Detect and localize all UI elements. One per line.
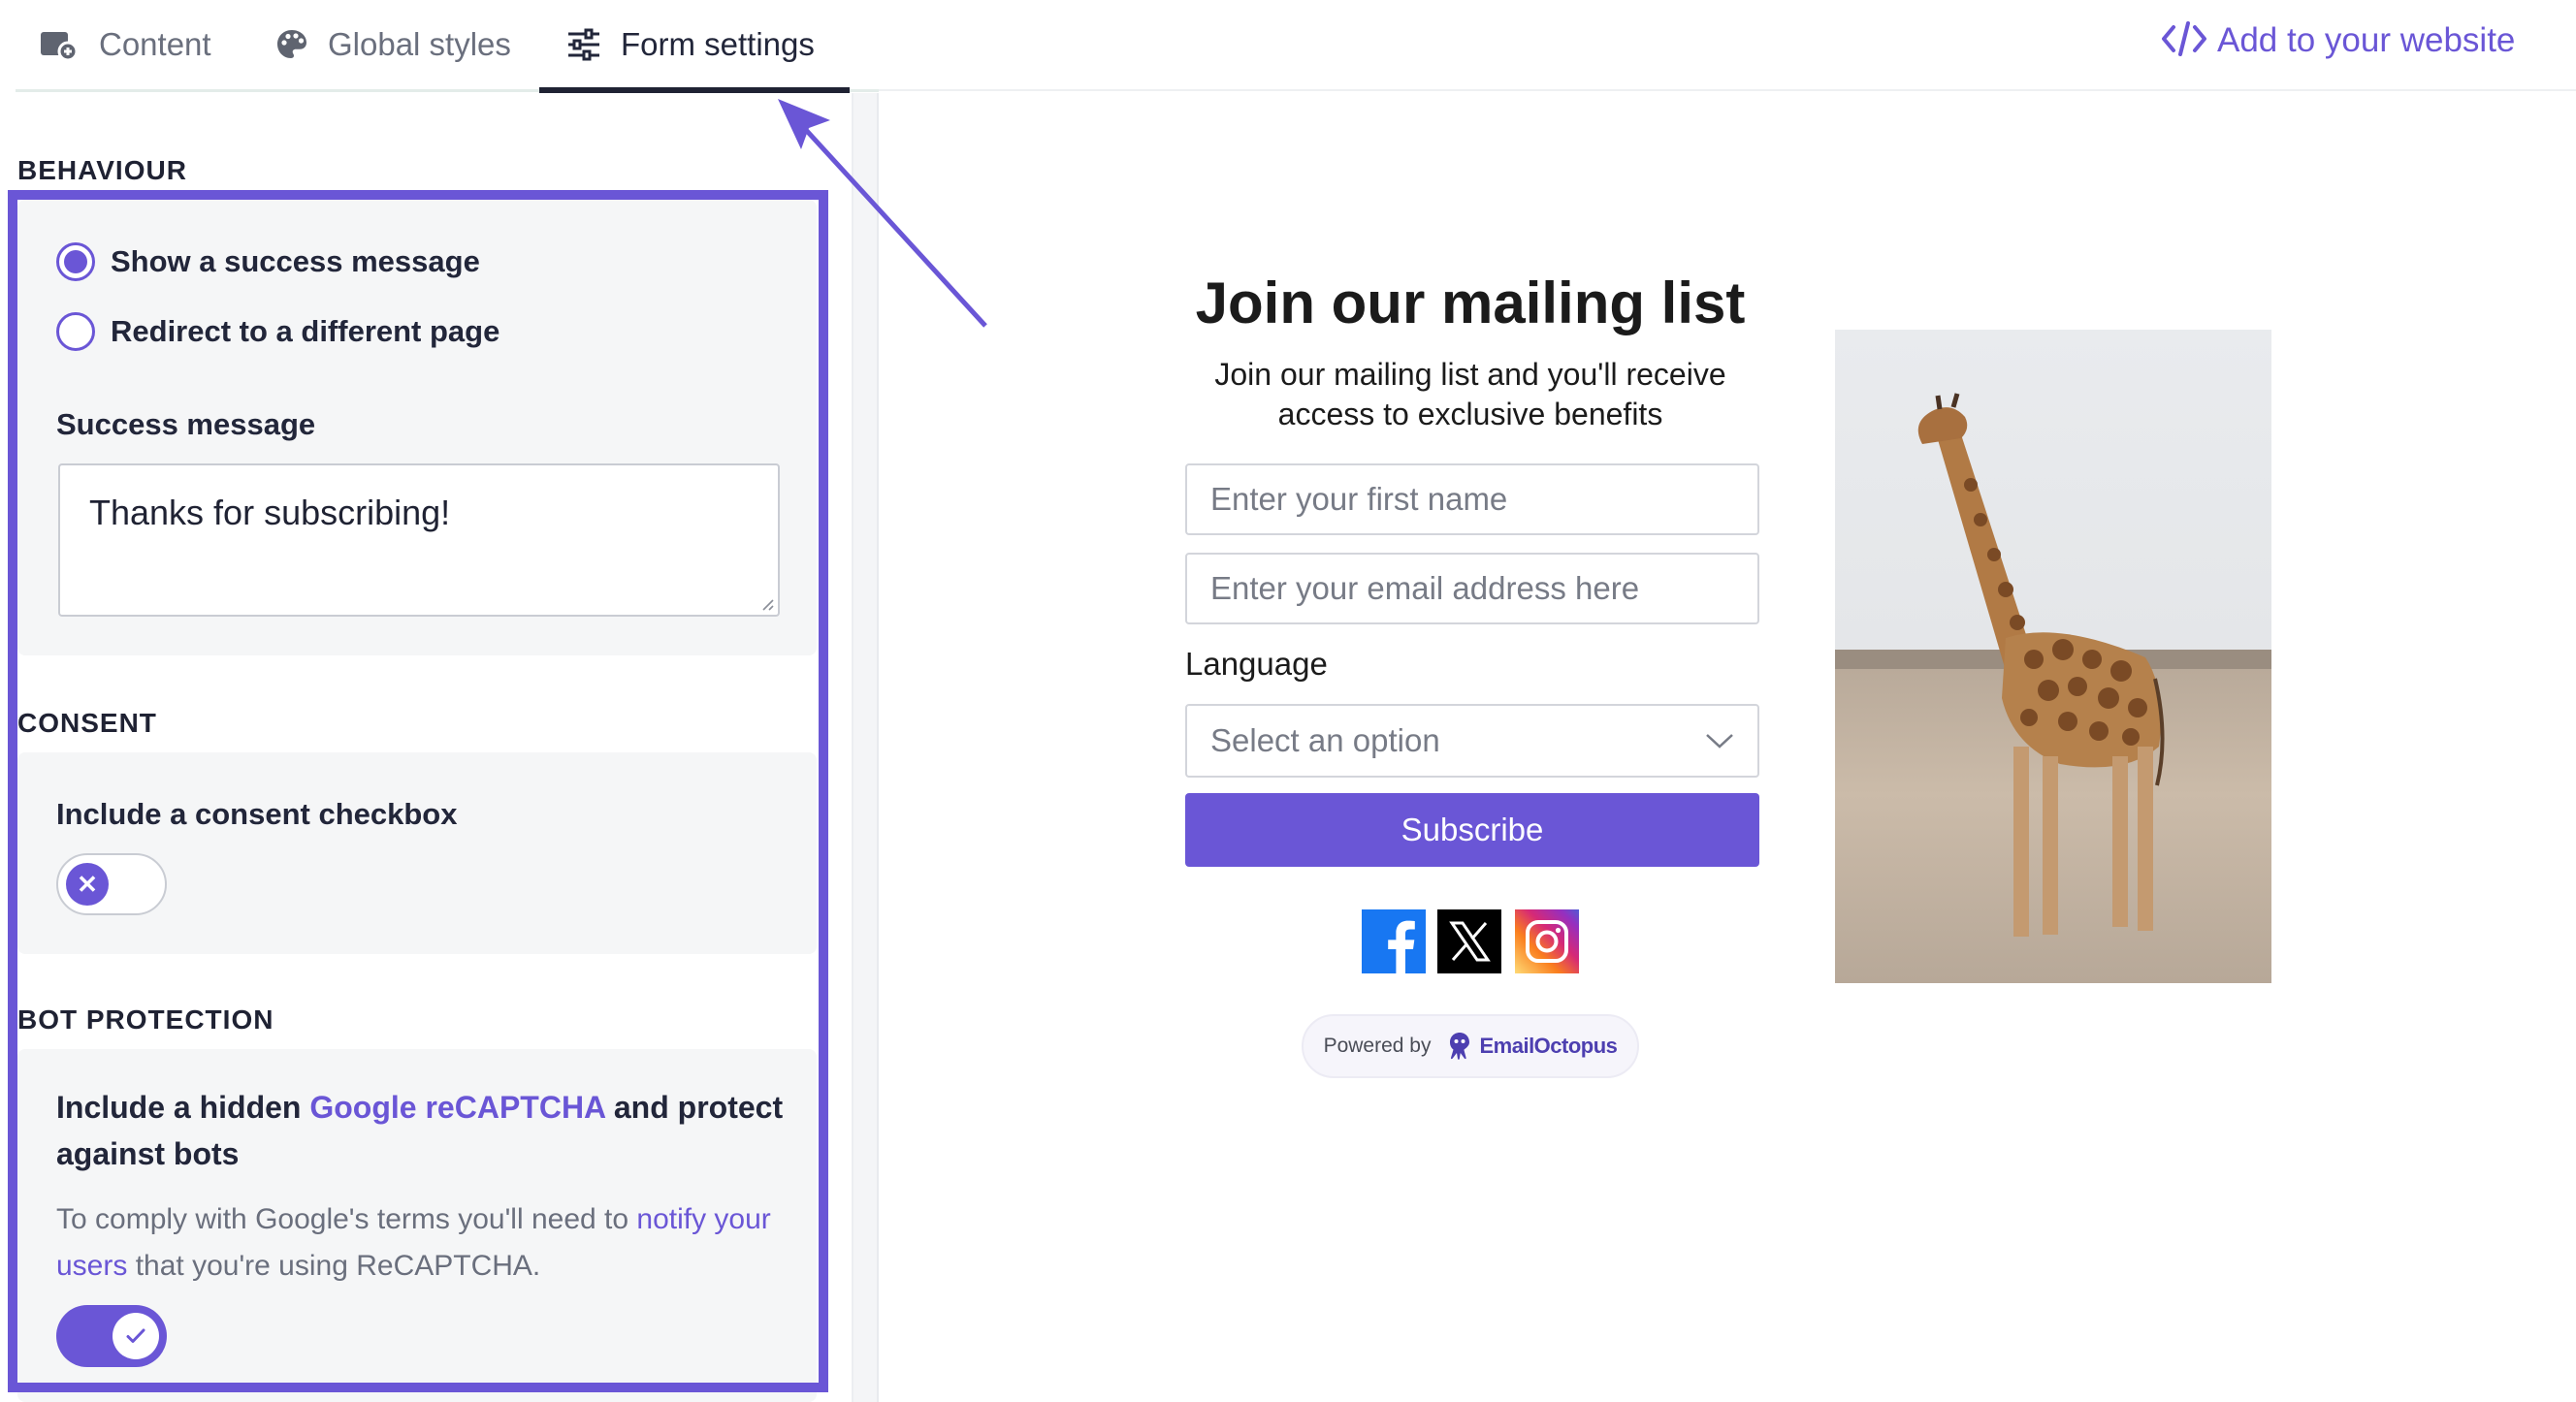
consent-toggle[interactable]: ✕ [56, 853, 167, 915]
brand-name: EmailOctopus [1479, 1034, 1618, 1058]
first-name-input[interactable]: Enter your first name [1185, 463, 1759, 535]
tab-global-styles[interactable]: Global styles [275, 0, 511, 89]
language-label: Language [1185, 646, 1328, 682]
form-title: Join our mailing list [1195, 271, 1746, 335]
email-input[interactable]: Enter your email address here [1185, 553, 1759, 624]
add-to-website-label: Add to your website [2217, 21, 2516, 59]
bot-note-suffix: that you're using ReCAPTCHA. [127, 1250, 541, 1282]
bot-protection-note: To comply with Google's terms you'll nee… [56, 1196, 793, 1290]
first-name-placeholder: Enter your first name [1210, 481, 1508, 517]
radio-show-success-label: Show a success message [111, 244, 480, 278]
facebook-icon[interactable] [1362, 909, 1426, 973]
giraffe-photo [1835, 330, 2271, 983]
instagram-icon[interactable] [1515, 909, 1579, 973]
powered-by-label: Powered by [1323, 1035, 1432, 1057]
google-recaptcha-link[interactable]: Google reCAPTCHA [309, 1090, 605, 1125]
success-message-textarea[interactable]: Thanks for subscribing! [58, 463, 780, 617]
bot-protection-heading: BOT PROTECTION [17, 1004, 274, 1035]
subscribe-button[interactable]: Subscribe [1185, 793, 1759, 867]
add-to-website-link[interactable]: Add to your website [2161, 14, 2515, 68]
resize-grip-icon[interactable] [758, 595, 774, 611]
radio-redirect-page[interactable]: Redirect to a different page [56, 312, 499, 351]
preview-border [877, 93, 879, 1402]
sliders-icon [566, 28, 601, 61]
radio-selected-indicator [56, 242, 95, 281]
panel-scroll-gutter [852, 93, 879, 1402]
code-icon [2161, 19, 2207, 63]
radio-redirect-label: Redirect to a different page [111, 314, 500, 348]
x-icon[interactable] [1437, 909, 1501, 973]
preview-top-border [879, 89, 2576, 91]
close-icon: ✕ [66, 863, 109, 906]
email-placeholder: Enter your email address here [1210, 570, 1640, 606]
radio-unselected-indicator [56, 312, 95, 351]
behaviour-heading: BEHAVIOUR [17, 155, 187, 185]
bot-title-prefix: Include a hidden [56, 1090, 310, 1125]
language-select[interactable]: Select an option [1185, 704, 1759, 778]
powered-by-badge[interactable]: Powered by EmailOctopus [1302, 1014, 1639, 1078]
chevron-down-icon [1706, 734, 1733, 749]
brand-logo: EmailOctopus [1446, 1031, 1618, 1062]
recaptcha-toggle[interactable] [56, 1305, 167, 1367]
content-camera-icon [39, 28, 80, 61]
language-select-value: Select an option [1210, 722, 1440, 758]
tab-bar: Content Global styles Form settings [0, 0, 879, 93]
active-tab-indicator [539, 87, 850, 93]
tab-content-label: Content [99, 26, 211, 62]
radio-show-success-message[interactable]: Show a success message [56, 242, 480, 281]
tab-form-settings-label: Form settings [621, 26, 815, 62]
consent-heading: CONSENT [17, 708, 157, 738]
bot-protection-title: Include a hidden Google reCAPTCHA and pr… [56, 1084, 793, 1177]
tab-global-styles-label: Global styles [328, 26, 511, 62]
tab-content[interactable]: Content [39, 0, 211, 89]
form-subtitle: Join our mailing list and you'll receive… [1214, 357, 1726, 431]
check-icon [113, 1313, 159, 1359]
palette-icon [275, 28, 308, 61]
octopus-icon [1450, 1033, 1470, 1060]
bot-note-prefix: To comply with Google's terms you'll nee… [56, 1203, 637, 1235]
success-message-label: Success message [56, 407, 316, 441]
tab-form-settings[interactable]: Form settings [566, 0, 815, 89]
consent-checkbox-label: Include a consent checkbox [56, 797, 458, 831]
success-message-value: Thanks for subscribing! [89, 493, 451, 532]
